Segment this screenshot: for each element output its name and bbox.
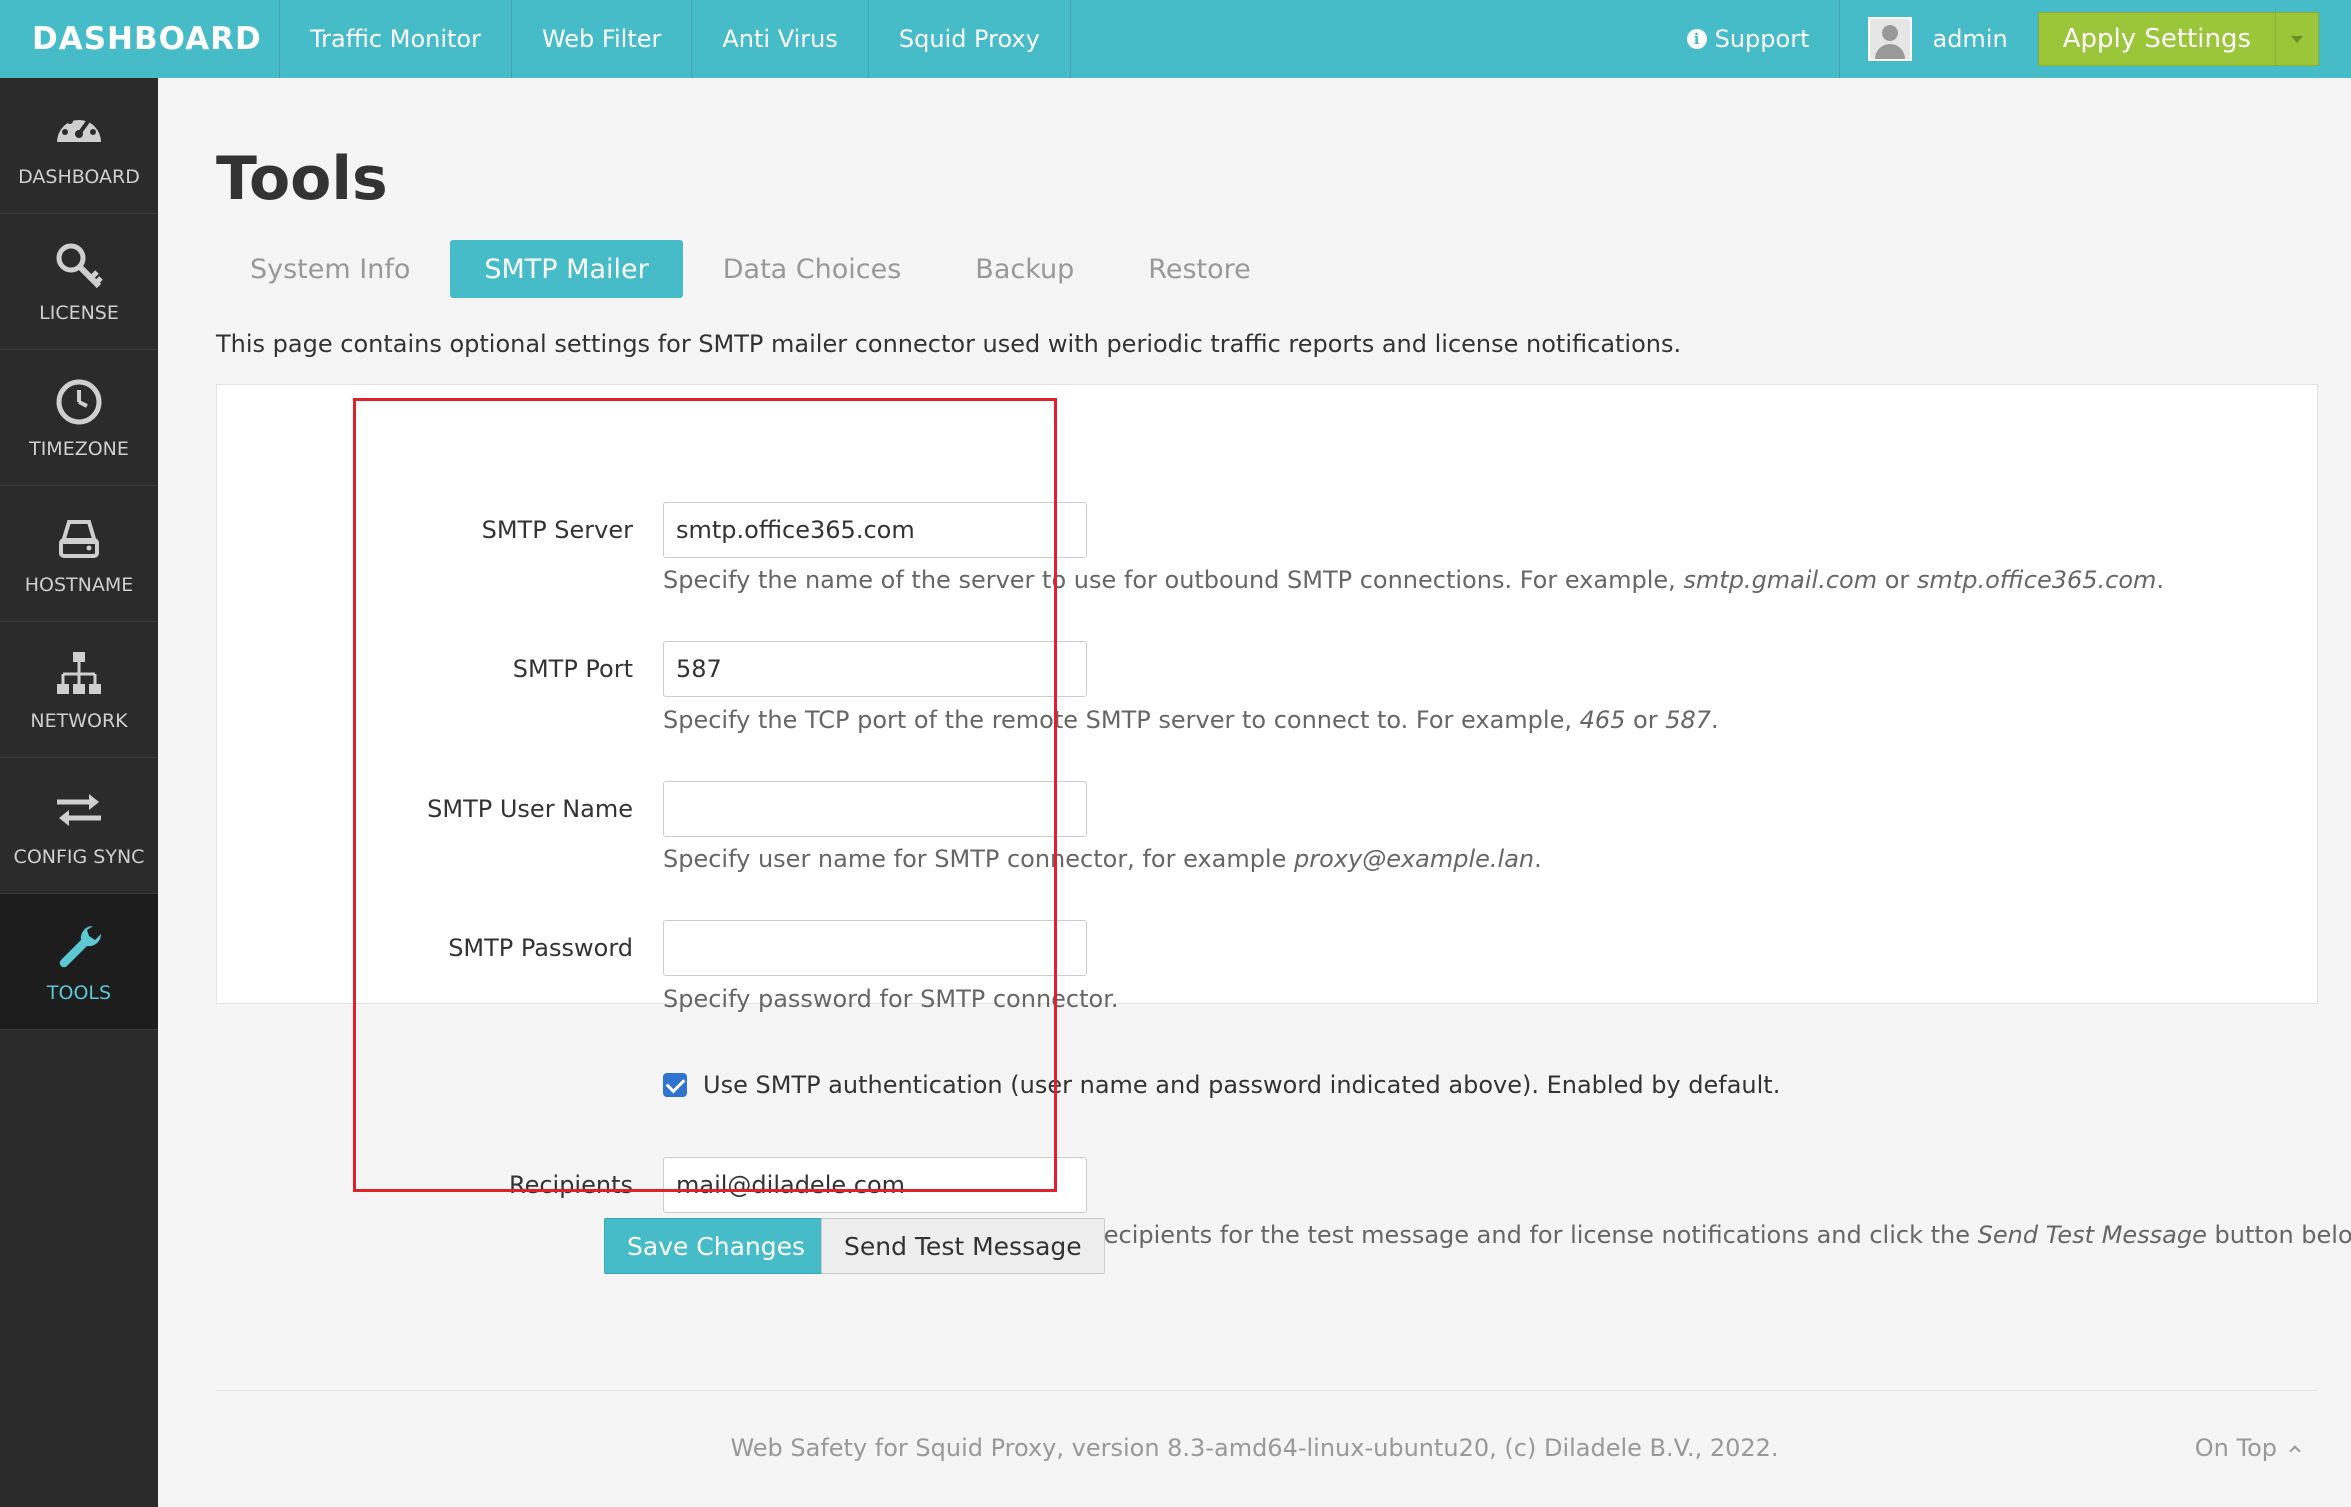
clock-icon — [56, 379, 102, 424]
help-example: 465 — [1579, 706, 1626, 734]
tab-restore[interactable]: Restore — [1114, 240, 1284, 298]
smtp-server-label: SMTP Server — [481, 516, 633, 544]
page-title: Tools — [216, 144, 388, 214]
help-text: Specify the TCP port of the remote SMTP … — [663, 706, 1580, 734]
sidebar-label: HOSTNAME — [24, 573, 134, 596]
send-test-message-button[interactable]: Send Test Message — [821, 1218, 1105, 1274]
smtp-username-help: Specify user name for SMTP connector, fo… — [663, 845, 1542, 873]
footer-divider — [216, 1390, 2318, 1391]
smtp-auth-label: Use SMTP authentication (user name and p… — [703, 1071, 1781, 1099]
apply-settings-button[interactable]: Apply Settings — [2037, 12, 2275, 66]
tab-bar: System Info SMTP Mailer Data Choices Bac… — [216, 240, 1291, 298]
top-bar: DASHBOARD Traffic Monitor Web Filter Ant… — [0, 0, 2351, 78]
smtp-server-input[interactable] — [663, 502, 1087, 558]
sidebar-item-timezone[interactable]: TIMEZONE — [0, 350, 158, 486]
help-example: 587 — [1665, 706, 1712, 734]
top-nav: Traffic Monitor Web Filter Anti Virus Sq… — [280, 0, 1071, 78]
user-menu[interactable]: admin — [1840, 0, 2037, 78]
help-example: smtp.office365.com — [1916, 566, 2157, 594]
recipients-input[interactable] — [663, 1157, 1087, 1213]
key-icon — [56, 243, 103, 288]
sidebar-label: NETWORK — [30, 709, 128, 732]
on-top-link[interactable]: On Top — [2194, 1434, 2301, 1462]
drive-icon — [59, 519, 99, 558]
sidebar-item-license[interactable]: LICENSE — [0, 214, 158, 350]
apply-dropdown-toggle[interactable] — [2275, 12, 2319, 66]
smtp-password-input[interactable] — [663, 920, 1087, 976]
tab-backup[interactable]: Backup — [941, 240, 1108, 298]
apply-settings-group: Apply Settings — [2037, 12, 2319, 66]
smtp-password-label: SMTP Password — [448, 934, 633, 962]
help-text: . — [1534, 845, 1542, 873]
help-example: smtp.gmail.com — [1683, 566, 1878, 594]
footer-text: Web Safety for Squid Proxy, version 8.3-… — [730, 1434, 1779, 1462]
smtp-auth-row: Use SMTP authentication (user name and p… — [663, 1071, 1780, 1099]
wrench-icon — [59, 925, 102, 967]
smtp-auth-checkbox[interactable] — [663, 1073, 687, 1097]
smtp-port-input[interactable] — [663, 641, 1087, 697]
main-content: Tools System Info SMTP Mailer Data Choic… — [158, 78, 2351, 1507]
recipients-label: Recipients — [508, 1171, 633, 1199]
help-text: Specify the name of the server to use fo… — [663, 566, 1684, 594]
help-text: button below. — [2214, 1221, 2351, 1249]
info-icon: i — [1686, 29, 1707, 49]
help-text: . — [1711, 706, 1719, 734]
sidebar-item-tools[interactable]: TOOLS — [0, 894, 158, 1030]
sidebar-label: TOOLS — [46, 981, 112, 1004]
smtp-username-label: SMTP User Name — [427, 795, 633, 823]
sidebar-label: LICENSE — [39, 301, 119, 324]
sidebar-label: TIMEZONE — [29, 437, 129, 460]
smtp-port-label: SMTP Port — [512, 655, 633, 683]
smtp-form-panel: SMTP Server Specify the name of the serv… — [216, 384, 2351, 1249]
help-text: . — [2156, 566, 2165, 594]
help-text: or — [1877, 566, 1917, 594]
support-link[interactable]: i Support — [1657, 0, 1841, 78]
smtp-password-help: Specify password for SMTP connector. — [663, 985, 1119, 1013]
nav-anti-virus[interactable]: Anti Virus — [692, 0, 869, 78]
top-right: i Support admin Apply Settings — [1657, 0, 2351, 78]
help-example: Send Test Message — [1977, 1221, 2207, 1249]
help-example: proxy@example.lan — [1294, 845, 1535, 873]
page-description: This page contains optional settings for… — [216, 330, 1682, 358]
gauge-icon — [57, 113, 101, 142]
user-name: admin — [1932, 25, 2008, 53]
smtp-username-input[interactable] — [663, 781, 1087, 837]
smtp-port-help: Specify the TCP port of the remote SMTP … — [663, 706, 1719, 734]
brand-logo[interactable]: DASHBOARD — [0, 0, 280, 78]
on-top-label: On Top — [2194, 1434, 2277, 1462]
help-text: Specify user name for SMTP connector, fo… — [663, 845, 1294, 873]
nav-web-filter[interactable]: Web Filter — [512, 0, 693, 78]
sidebar-item-dashboard[interactable]: DASHBOARD — [0, 78, 158, 214]
help-text: or — [1625, 706, 1666, 734]
tab-system-info[interactable]: System Info — [216, 240, 444, 298]
tab-smtp-mailer[interactable]: SMTP Mailer — [450, 240, 683, 298]
sidebar-item-config-sync[interactable]: CONFIG SYNC — [0, 758, 158, 894]
chevron-up-icon — [2289, 1445, 2301, 1457]
smtp-server-help: Specify the name of the server to use fo… — [663, 566, 2164, 594]
sitemap-icon — [57, 651, 101, 694]
save-changes-button[interactable]: Save Changes — [604, 1218, 829, 1274]
sidebar-label: DASHBOARD — [18, 165, 140, 188]
avatar — [1868, 17, 1913, 61]
exchange-icon — [57, 793, 101, 826]
sidebar-label: CONFIG SYNC — [13, 845, 145, 868]
support-label: Support — [1714, 25, 1810, 53]
nav-squid-proxy[interactable]: Squid Proxy — [869, 0, 1071, 78]
sidebar-item-hostname[interactable]: HOSTNAME — [0, 486, 158, 622]
sidebar-item-network[interactable]: NETWORK — [0, 622, 158, 758]
caret-down-icon — [2291, 35, 2303, 43]
tab-data-choices[interactable]: Data Choices — [689, 240, 936, 298]
nav-traffic-monitor[interactable]: Traffic Monitor — [280, 0, 512, 78]
sidebar: DASHBOARD LICENSE TIMEZONE HOSTNAME NETW… — [0, 78, 158, 1507]
